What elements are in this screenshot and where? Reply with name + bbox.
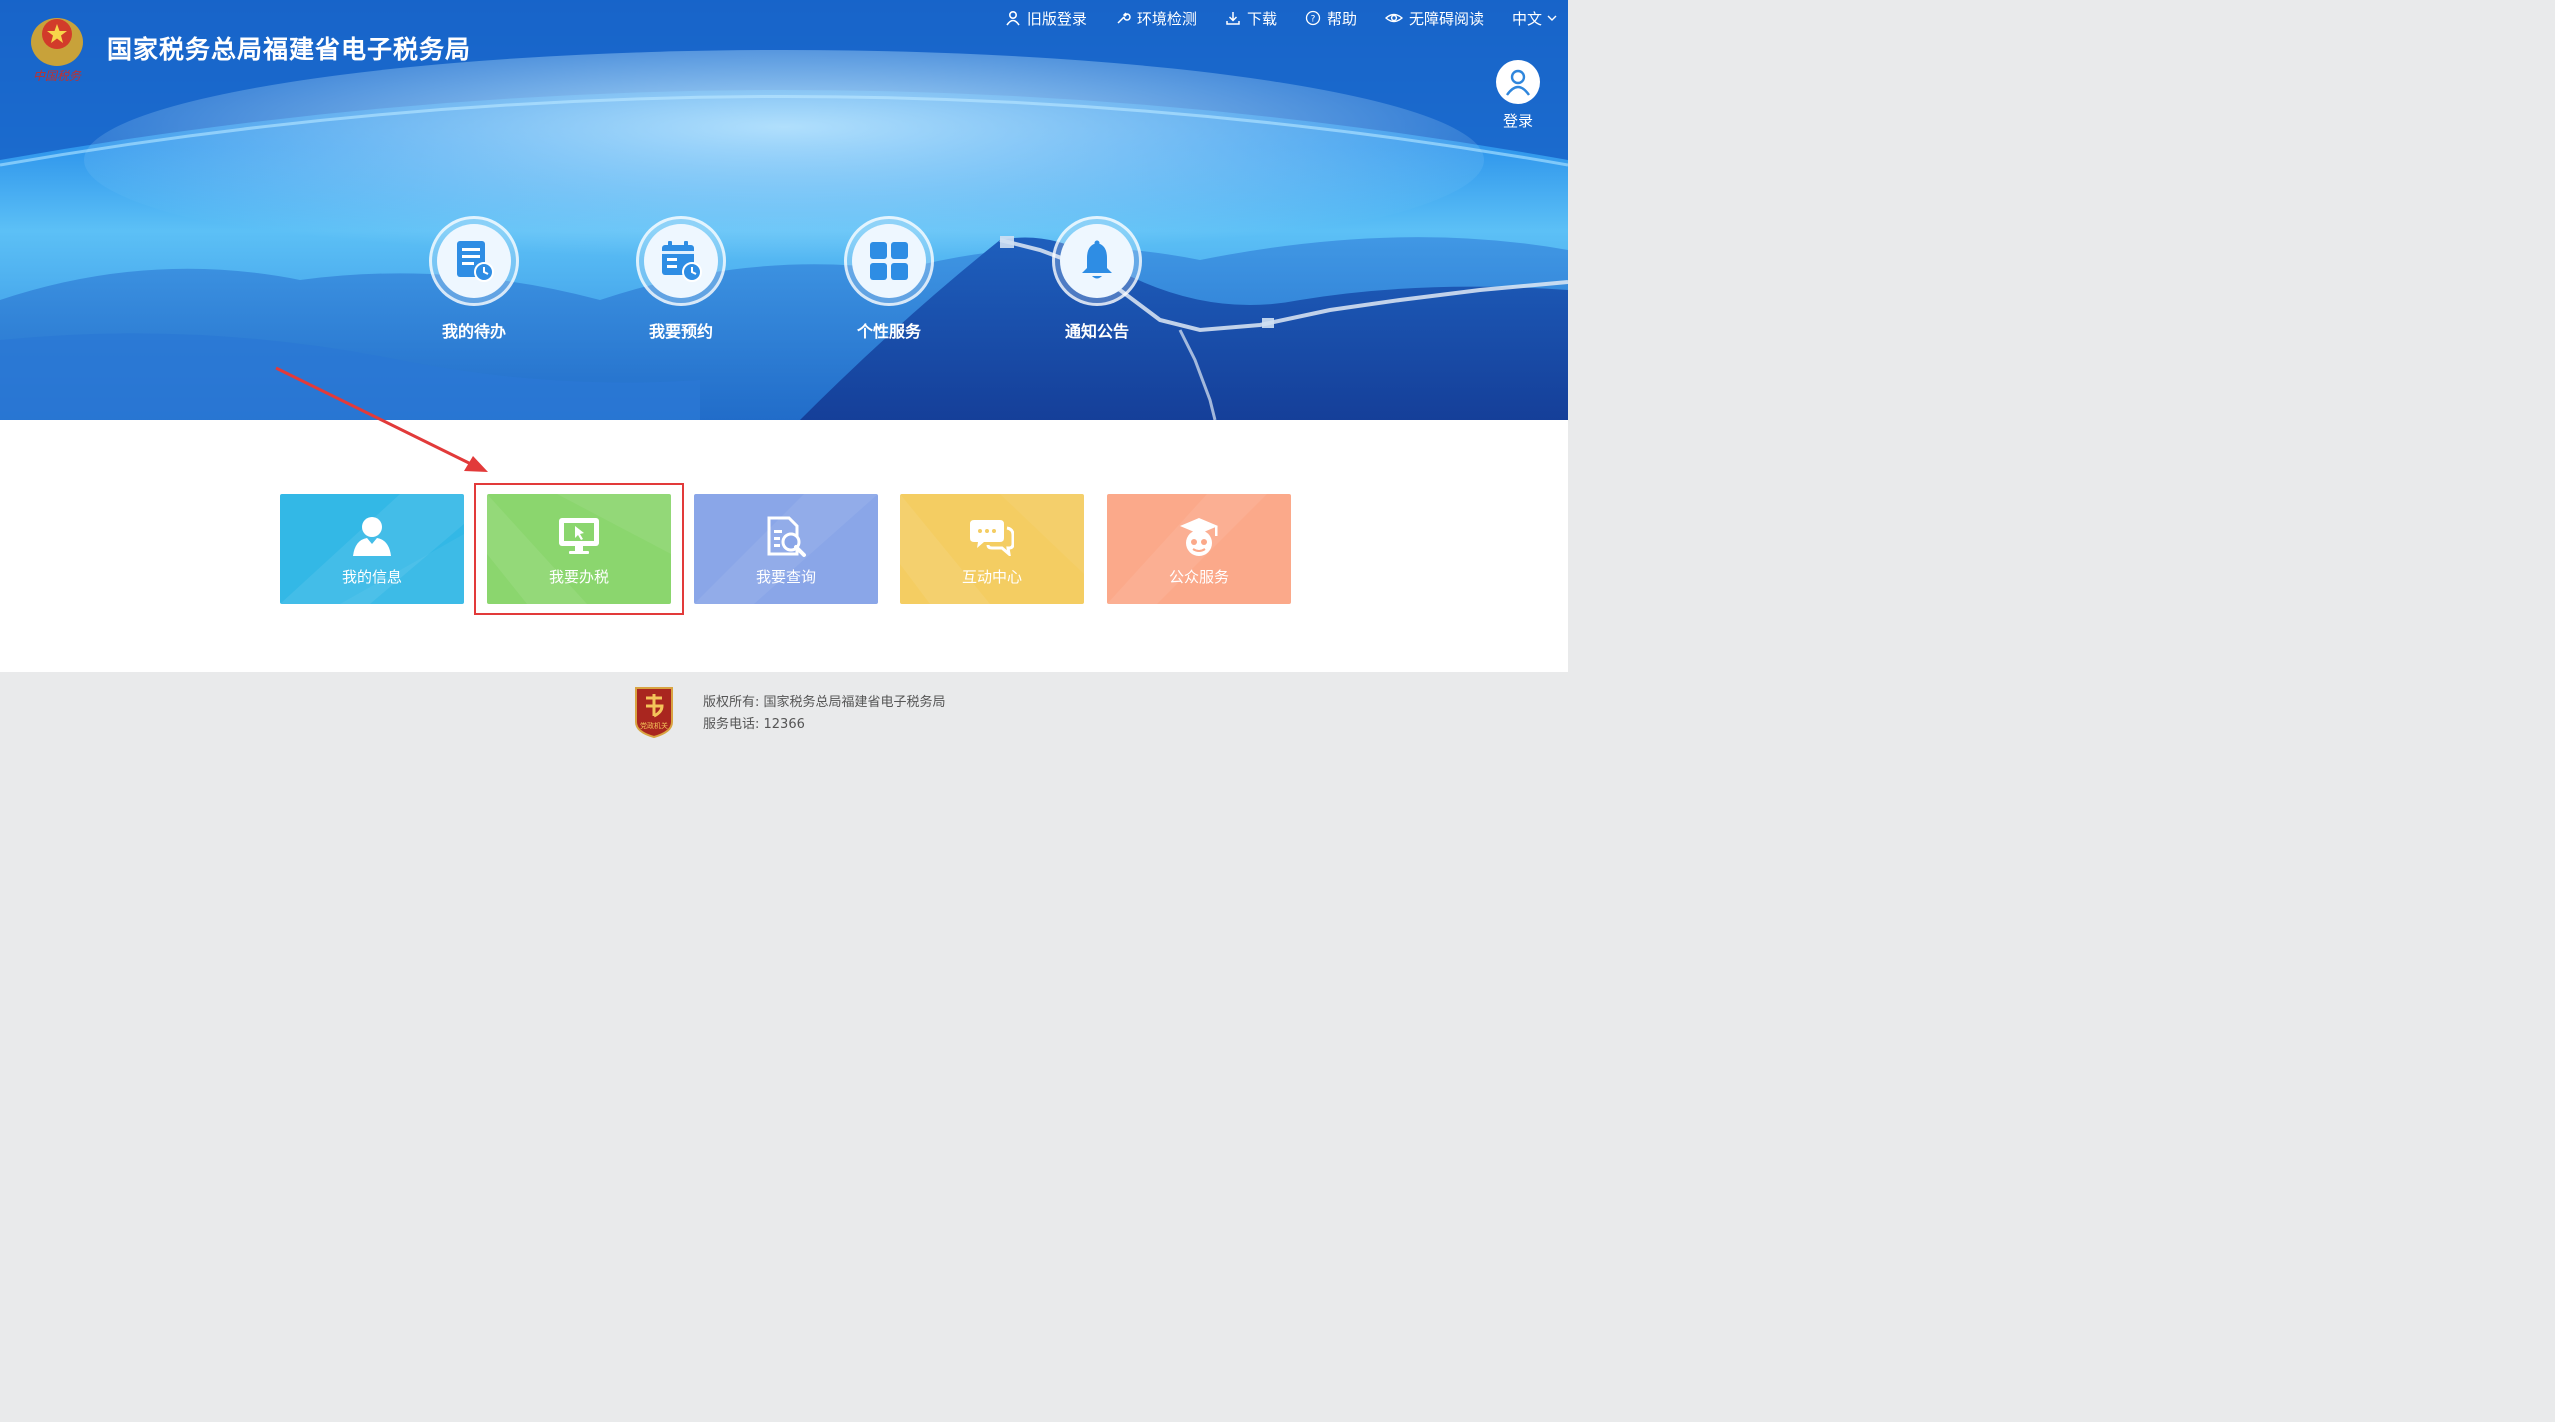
accessibility-label: 无障碍阅读 — [1408, 9, 1484, 28]
user-icon — [353, 517, 391, 556]
todo-list-icon — [457, 241, 494, 282]
quick-link-label: 个性服务 — [856, 322, 921, 341]
site-title: 国家税务总局福建省电子税务局 — [107, 35, 472, 64]
wrench-icon — [1117, 12, 1131, 24]
tile-label: 我的信息 — [341, 568, 402, 586]
login-label: 登录 — [1502, 112, 1533, 130]
grid-apps-icon — [870, 242, 908, 280]
download-label: 下载 — [1246, 9, 1277, 28]
quick-link-label: 通知公告 — [1064, 322, 1129, 341]
top-navigation: 旧版登录 环境检测 下载 ? 帮助 无障碍阅读 中文 — [1005, 8, 1568, 28]
old-login-link[interactable]: 旧版登录 — [1005, 8, 1087, 29]
accessibility-link[interactable]: 无障碍阅读 — [1384, 8, 1484, 29]
help-circle-icon: ? — [1305, 10, 1321, 26]
tile-query[interactable]: 我要查询 — [694, 494, 878, 604]
tile-label: 我要查询 — [755, 568, 816, 586]
svg-text:中国税务: 中国税务 — [33, 69, 82, 83]
graduate-face-icon — [1180, 518, 1218, 556]
language-label: 中文 — [1511, 9, 1542, 28]
env-check-label: 环境检测 — [1136, 9, 1197, 28]
chat-bubbles-icon — [970, 520, 1014, 556]
tile-interaction-center[interactable]: 互动中心 — [900, 494, 1084, 604]
download-link[interactable]: 下载 — [1225, 8, 1277, 29]
quick-link-label: 我要预约 — [648, 322, 713, 341]
calendar-clock-icon — [662, 241, 702, 282]
svg-text:?: ? — [1311, 15, 1316, 25]
tax-emblem-logo: 中国税务 — [26, 8, 88, 86]
tile-public-service[interactable]: 公众服务 — [1107, 494, 1291, 604]
user-icon — [1006, 10, 1020, 26]
document-search-icon — [767, 516, 806, 557]
tile-label: 公众服务 — [1168, 568, 1229, 586]
download-icon — [1226, 12, 1240, 25]
login-button[interactable]: 登录 — [1494, 60, 1542, 131]
old-login-label: 旧版登录 — [1026, 9, 1087, 28]
env-check-link[interactable]: 环境检测 — [1115, 8, 1197, 29]
help-link[interactable]: ? 帮助 — [1305, 8, 1357, 29]
quick-link-notice[interactable]: 通知公告 — [1049, 216, 1145, 342]
quick-link-label: 我的待办 — [441, 322, 506, 341]
eye-icon — [1384, 13, 1403, 23]
party-govt-badge-logo: 党政机关 — [632, 686, 676, 739]
avatar-icon — [1496, 60, 1540, 104]
footer-info: 版权所有: 国家税务总局福建省电子税务局 服务电话: 12366 — [703, 692, 946, 736]
language-select[interactable]: 中文 — [1512, 8, 1558, 29]
tile-my-info[interactable]: 我的信息 — [280, 494, 464, 604]
quick-link-appointment[interactable]: 我要预约 — [633, 216, 729, 342]
annotation-highlight-box — [474, 483, 684, 615]
help-label: 帮助 — [1326, 9, 1357, 28]
footer-phone: 服务电话: 12366 — [703, 717, 805, 732]
chevron-down-icon — [1547, 15, 1557, 21]
quick-link-personal-service[interactable]: 个性服务 — [841, 216, 937, 342]
annotation-arrow — [275, 366, 488, 472]
hero-banner: 中国税务 国家税务总局福建省电子税务局 旧版登录 环境检测 下载 ? 帮助 无障… — [0, 0, 1568, 420]
svg-text:党政机关: 党政机关 — [640, 721, 668, 730]
tile-label: 互动中心 — [961, 568, 1022, 586]
main-content: 我的信息 我要办税 我要查询 互动中心 公众服务 — [0, 420, 1568, 672]
bell-icon — [1082, 240, 1112, 279]
quick-link-todo[interactable]: 我的待办 — [426, 216, 522, 342]
footer-copyright: 版权所有: 国家税务总局福建省电子税务局 — [703, 695, 946, 710]
